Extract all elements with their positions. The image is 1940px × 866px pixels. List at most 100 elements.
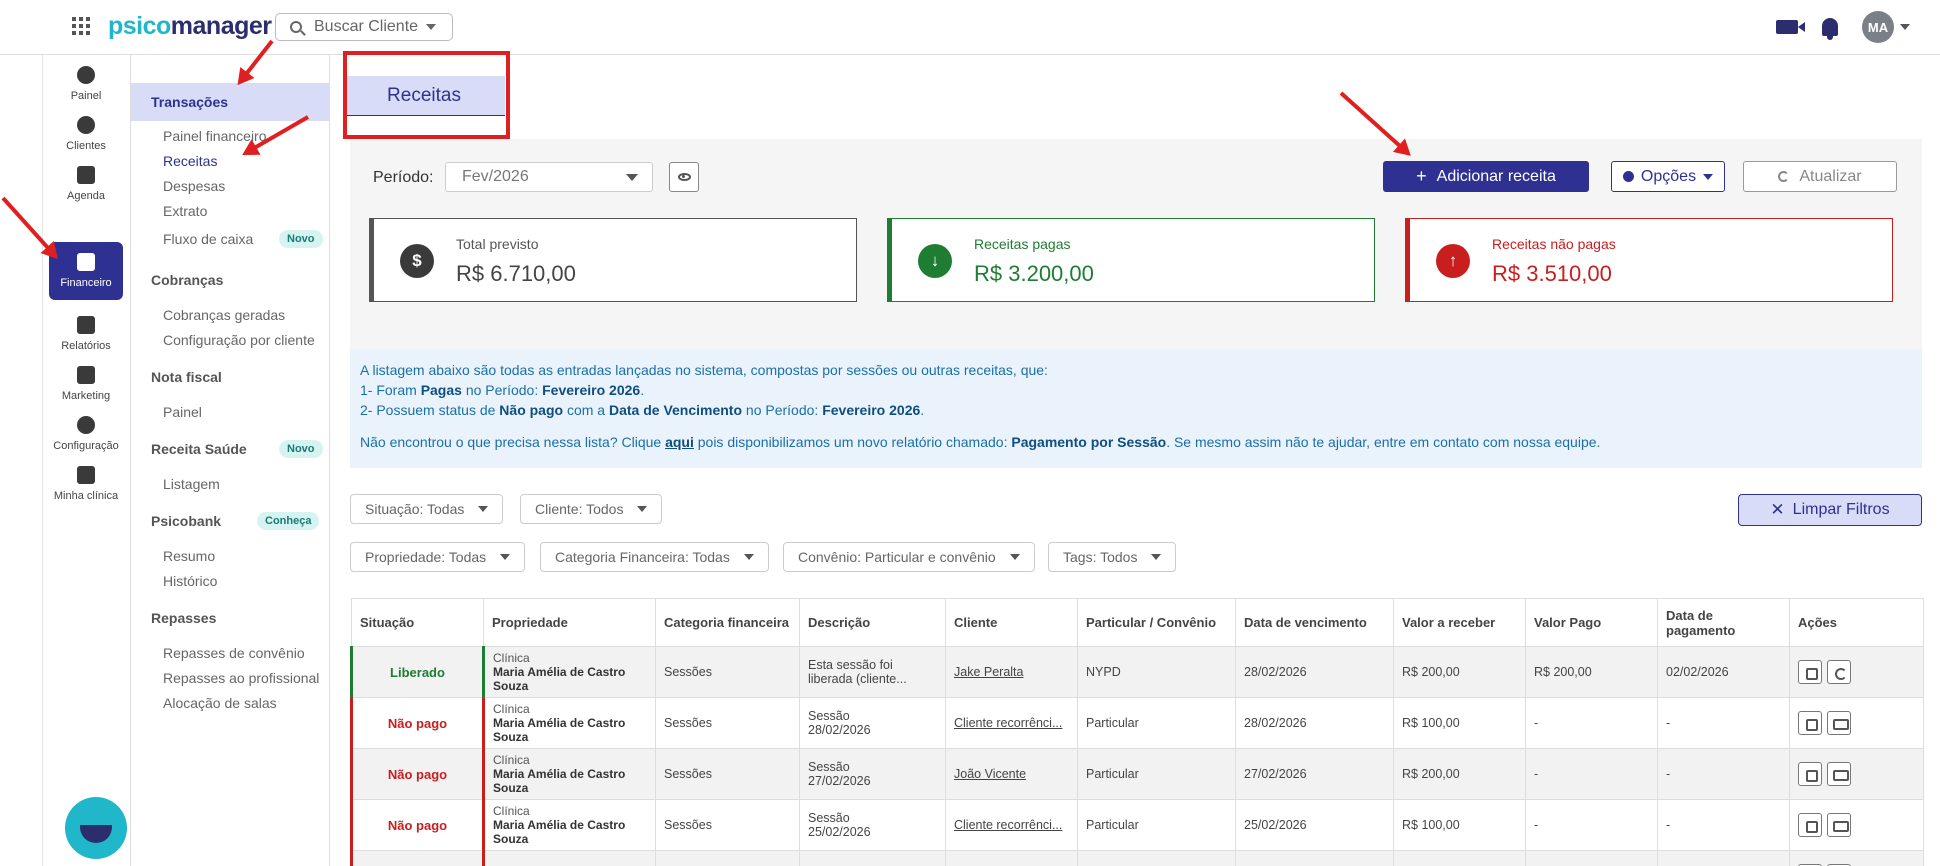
edit-icon[interactable] [1798, 762, 1822, 786]
col-particular-convenio[interactable]: Particular / Convênio [1077, 598, 1236, 647]
status-cell: Liberado [350, 646, 484, 698]
submenu-cobrancas[interactable]: Cobranças [151, 272, 223, 288]
submenu-psicobank[interactable]: Psicobank [151, 513, 221, 529]
submenu-listagem[interactable]: Listagem [163, 476, 220, 492]
submenu-despesas[interactable]: Despesas [163, 178, 225, 194]
edit-icon[interactable] [1798, 660, 1822, 684]
cash-icon[interactable] [1827, 813, 1851, 837]
filter-situacao[interactable]: Situação: Todas [350, 494, 504, 524]
card-value: R$ 3.200,00 [974, 261, 1094, 286]
submenu-receita-saude[interactable]: Receita Saúde [151, 441, 247, 457]
client-link[interactable]: Cliente recorrênci... [945, 697, 1078, 749]
chat-bubble-icon[interactable] [65, 797, 127, 859]
client-link[interactable] [945, 850, 1078, 866]
col-propriedade[interactable]: Propriedade [483, 598, 656, 647]
client-link[interactable]: Jake Peralta [945, 646, 1078, 698]
submenu-transacoes[interactable]: Transações [131, 83, 330, 121]
table-row[interactable]: Não pago Clínica Maria Amélia de Castro So… [350, 748, 1924, 800]
edit-icon[interactable] [1798, 711, 1822, 735]
card-label: Receitas pagas [974, 236, 1071, 252]
new-badge: Novo [279, 440, 323, 458]
chevron-down-icon [743, 554, 754, 560]
report-link[interactable]: aqui [665, 434, 694, 450]
clear-filters-button[interactable]: ✕ Limpar Filtros [1738, 494, 1922, 526]
card-value: R$ 3.510,00 [1492, 261, 1612, 286]
submenu-nf-painel[interactable]: Painel [163, 404, 202, 420]
submenu-extrato[interactable]: Extrato [163, 203, 207, 219]
paid-cell [1525, 850, 1658, 866]
search-icon [290, 21, 302, 33]
period-label: Período: [373, 169, 434, 186]
client-link[interactable]: Cliente recorrênci... [945, 799, 1078, 851]
submenu-repasses-convenio[interactable]: Repasses de convênio [163, 645, 305, 661]
due-date-cell [1235, 850, 1394, 866]
options-button[interactable]: Opções [1611, 161, 1725, 192]
add-revenue-button[interactable]: + Adicionar receita [1383, 161, 1589, 192]
submenu-cobrancas-geradas[interactable]: Cobranças geradas [163, 307, 285, 323]
submenu-alocacao[interactable]: Alocação de salas [163, 695, 277, 711]
chevron-down-icon [626, 174, 638, 181]
nav-minha-clinica[interactable]: Minha clínica [49, 455, 123, 513]
submenu-resumo[interactable]: Resumo [163, 548, 215, 564]
filter-propriedade[interactable]: Propriedade: Todas [350, 542, 526, 572]
col-vencimento[interactable]: Data de vencimento [1235, 598, 1394, 647]
client-search[interactable]: Buscar Cliente [275, 13, 453, 41]
refresh-button[interactable]: Atualizar [1743, 161, 1897, 192]
type-cell: Particular [1077, 697, 1236, 749]
table-row[interactable]: Liberado Clínica Maria Amélia de Castro So… [350, 646, 1924, 698]
submenu-repasses[interactable]: Repasses [151, 610, 216, 626]
col-cliente[interactable]: Cliente [945, 598, 1078, 647]
edit-icon[interactable] [1798, 813, 1822, 837]
chevron-down-icon [478, 506, 489, 512]
payment-date-cell: - [1657, 748, 1790, 800]
table-row[interactable]: Não pago Clínica Maria Amélia de Castro So… [350, 799, 1924, 851]
cash-icon[interactable] [1827, 711, 1851, 735]
col-valor-receber[interactable]: Valor a receber [1393, 598, 1526, 647]
toggle-visibility-button[interactable] [669, 162, 699, 192]
submenu-nota-fiscal[interactable]: Nota fiscal [151, 369, 222, 385]
nav-agenda[interactable]: Agenda [49, 155, 123, 213]
client-link[interactable]: João Vicente [945, 748, 1078, 800]
amount-cell: R$ 200,00 [1393, 646, 1526, 698]
description-cell: Sessão 25/02/2026 [799, 799, 946, 851]
summary-panel: Período: Fev/2026 + Adicionar receita Opç… [350, 139, 1922, 381]
table-row[interactable]: Não pago Clínica Maria Amélia de Castro So… [350, 697, 1924, 749]
col-situacao[interactable]: Situação [351, 598, 484, 647]
col-descricao[interactable]: Descrição [799, 598, 946, 647]
submenu-fluxo-caixa[interactable]: Fluxo de caixa [163, 231, 253, 247]
col-categoria[interactable]: Categoria financeira [655, 598, 800, 647]
period-select[interactable]: Fev/2026 [445, 162, 653, 192]
know-badge: Conheça [257, 512, 320, 530]
description-cell [799, 850, 946, 866]
payment-date-cell: 02/02/2026 [1657, 646, 1790, 698]
col-data-pagamento[interactable]: Data de pagamento [1657, 598, 1790, 647]
money-icon [77, 253, 95, 271]
cash-icon[interactable] [1827, 762, 1851, 786]
submenu-config-cliente[interactable]: Configuração por cliente [163, 332, 315, 348]
gear-icon [77, 416, 95, 434]
submenu-historico[interactable]: Histórico [163, 573, 217, 589]
bell-icon[interactable] [1822, 18, 1838, 40]
filter-categoria[interactable]: Categoria Financeira: Todas [540, 542, 769, 572]
undo-icon[interactable] [1827, 660, 1851, 684]
paid-cell: - [1525, 799, 1658, 851]
avatar-chevron-icon[interactable] [1900, 24, 1910, 30]
refresh-icon [1778, 171, 1790, 182]
apps-grid-icon[interactable] [72, 17, 90, 35]
submenu-repasses-prof[interactable]: Repasses ao profissional [163, 670, 319, 686]
app-logo[interactable]: psicomanager [108, 12, 272, 41]
video-icon[interactable] [1776, 20, 1805, 34]
table-row[interactable]: Clínica [350, 850, 1924, 866]
filter-tags[interactable]: Tags: Todos [1048, 542, 1177, 572]
filter-convenio[interactable]: Convênio: Particular e convênio [783, 542, 1035, 572]
plus-icon: + [1416, 166, 1427, 186]
status-cell: Não pago [350, 748, 484, 800]
description-cell: Sessão 27/02/2026 [799, 748, 946, 800]
avatar[interactable]: MA [1862, 11, 1894, 43]
submenu-receitas[interactable]: Receitas [163, 153, 217, 169]
chevron-down-icon [1009, 554, 1020, 560]
col-valor-pago[interactable]: Valor Pago [1525, 598, 1658, 647]
file-icon [77, 316, 95, 334]
chevron-down-icon [637, 506, 648, 512]
filter-cliente[interactable]: Cliente: Todos [520, 494, 663, 524]
